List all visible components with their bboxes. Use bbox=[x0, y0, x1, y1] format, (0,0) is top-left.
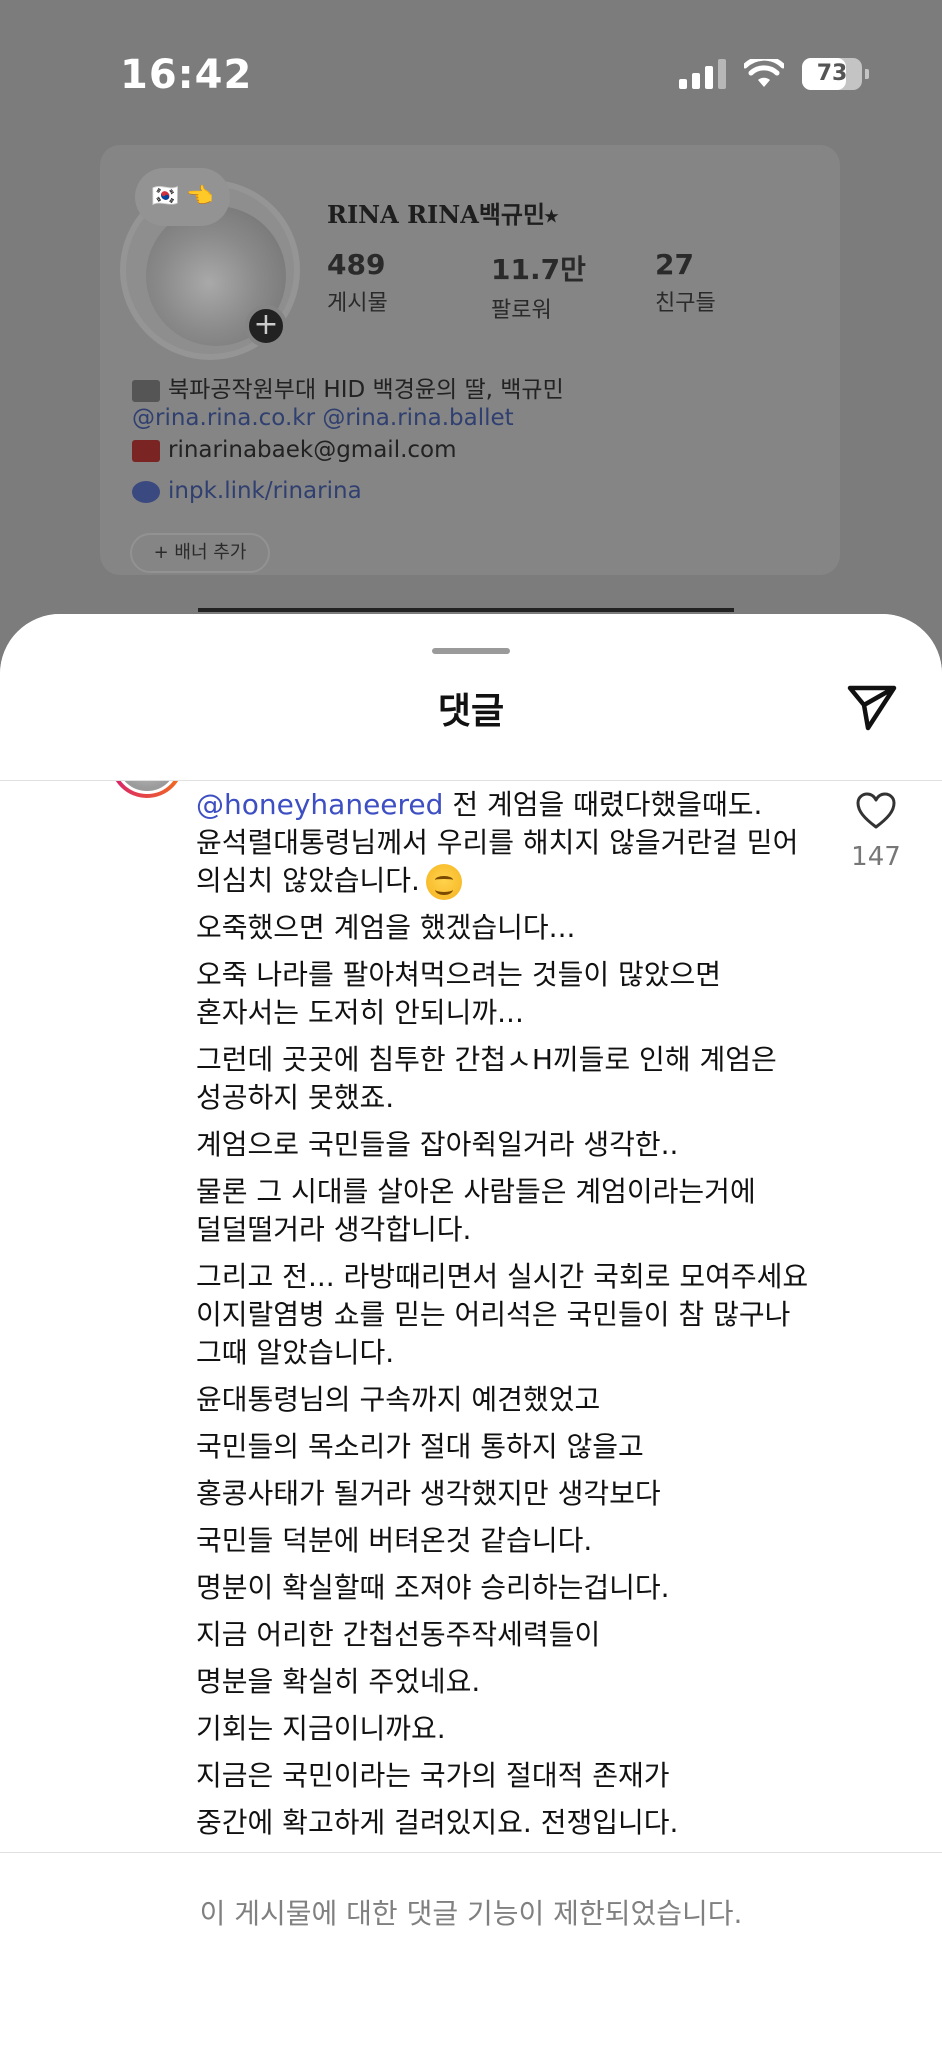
wifi-icon bbox=[744, 59, 784, 87]
comment-paragraph: 중간에 확고하게 걸려있지요. 전쟁입니다. bbox=[196, 1806, 679, 1839]
comment-paragraph: 국민들 덕분에 버텨온것 같습니다. bbox=[196, 1524, 593, 1557]
add-banner-button: + 배너 추가 bbox=[130, 533, 270, 573]
stat-posts: 489 게시물 bbox=[327, 248, 388, 317]
send-icon[interactable] bbox=[844, 678, 900, 734]
comment-paragraph: 지금 어리한 간첩선동주작세력들이 bbox=[196, 1618, 601, 1651]
comment-paragraph: 홍콩사태가 될거라 생각했지만 생각보다 bbox=[196, 1477, 661, 1510]
sheet-title-overlay: 댓글 bbox=[437, 691, 505, 732]
battery-icon: 73 bbox=[802, 58, 869, 90]
stat-followers: 11.7만 팔로워 bbox=[491, 248, 586, 324]
stat-followers-value: 11.7만 bbox=[491, 253, 586, 286]
status-bar: 16:42 73 bbox=[0, 0, 942, 150]
bio-text: 북파공작원부대 HID 백경윤의 딸, 백규민 bbox=[168, 377, 564, 403]
link-icon bbox=[132, 480, 160, 503]
stat-followers-label: 팔로워 bbox=[491, 298, 552, 323]
comment-paragraph: 국민들의 목소리가 절대 통하지 않을고 bbox=[196, 1430, 644, 1463]
comment-paragraph: 오죽 나라를 팔아쳐먹으려는 것들이 많았으면 혼자서는 도저히 안되니까... bbox=[196, 958, 722, 1029]
heart-like-icon[interactable] bbox=[856, 792, 896, 830]
comment-paragraph: 지금은 국민이라는 국가의 절대적 존재가 bbox=[196, 1759, 670, 1792]
like-count: 147 bbox=[851, 842, 901, 872]
comment-paragraph: 계엄으로 국민들을 잡아쥑일거라 생각한.. bbox=[196, 1128, 679, 1161]
comment-text: @honeyhaneered 전 계엄을 때렸다했을때도. 윤석렬대통령님께서 … bbox=[196, 786, 816, 1851]
bio-email-line: rinarinabaek@gmail.com bbox=[132, 437, 457, 463]
dimmed-profile-background: 16:42 73 🇰🇷 👈 + RINA RINA백규민⭑ 489 게시물 11… bbox=[0, 0, 942, 700]
comments-restricted-notice: 이 게시물에 대한 댓글 기능이 제한되었습니다. bbox=[199, 1897, 743, 1930]
comment-paragraph: 기회는 지금이니까요. bbox=[196, 1712, 446, 1745]
smiling-face-icon bbox=[425, 864, 462, 900]
bio-link: inpk.link/rinarina bbox=[168, 478, 362, 504]
mention-link[interactable]: @honeyhaneered bbox=[196, 788, 443, 821]
stat-friends-value: 27 bbox=[655, 248, 694, 281]
comment-paragraph: 오죽했으면 계엄을 했겠습니다... bbox=[196, 911, 576, 944]
comments-sheet: 댓글 댓글 @honeyhaneered 전 계엄을 때렸다했을때도. 윤석렬대… bbox=[0, 614, 942, 2048]
status-time: 16:42 bbox=[120, 52, 253, 98]
comment-paragraph: 그리고 전... 라방때리면서 실시간 국회로 모여주세요 이지랄염병 쇼를 믿… bbox=[196, 1260, 809, 1369]
bio-email: rinarinabaek@gmail.com bbox=[168, 437, 457, 463]
bio-line: 북파공작원부대 HID 백경윤의 딸, 백규민 bbox=[132, 370, 564, 404]
battery-level: 73 bbox=[816, 61, 848, 86]
stat-posts-value: 489 bbox=[327, 248, 386, 281]
cellular-signal-icon bbox=[679, 59, 726, 89]
profile-name: RINA RINA백규민⭑ bbox=[327, 200, 559, 229]
stat-friends: 27 친구들 bbox=[655, 248, 716, 317]
mailbox-icon bbox=[132, 439, 160, 462]
footer-divider bbox=[0, 1852, 942, 1853]
bio-accounts: @rina.rina.co.kr @rina.rina.ballet bbox=[132, 405, 514, 431]
korea-flag-icon bbox=[132, 379, 160, 402]
bio-link-line: inpk.link/rinarina bbox=[132, 478, 362, 504]
comment-paragraph: 물론 그 시대를 살아온 사람들은 계엄이라는거에 덜덜떨거라 생각합니다. bbox=[196, 1175, 756, 1246]
stat-posts-label: 게시물 bbox=[327, 291, 388, 316]
comment-paragraph: 그런데 곳곳에 침투한 간첩ㅅH끼들로 인해 계엄은 성공하지 못했죠. bbox=[196, 1043, 777, 1114]
comment-paragraph: 윤대통령님의 구속까지 예견했었고 bbox=[196, 1383, 601, 1416]
tab-indicator bbox=[198, 608, 734, 612]
comment-paragraph: 명분이 확실할때 조져야 승리하는겁니다. bbox=[196, 1571, 670, 1604]
status-icons: 73 bbox=[679, 58, 869, 90]
stat-friends-label: 친구들 bbox=[655, 291, 716, 316]
comment-first-paragraph: @honeyhaneered 전 계엄을 때렸다했을때도. 윤석렬대통령님께서 … bbox=[196, 786, 816, 900]
add-story-icon: + bbox=[245, 305, 287, 347]
avatar-note-bubble: 🇰🇷 👈 bbox=[135, 168, 230, 226]
comment-paragraph: 명분을 확실히 주었네요. bbox=[196, 1665, 481, 1698]
header-divider bbox=[0, 780, 942, 781]
